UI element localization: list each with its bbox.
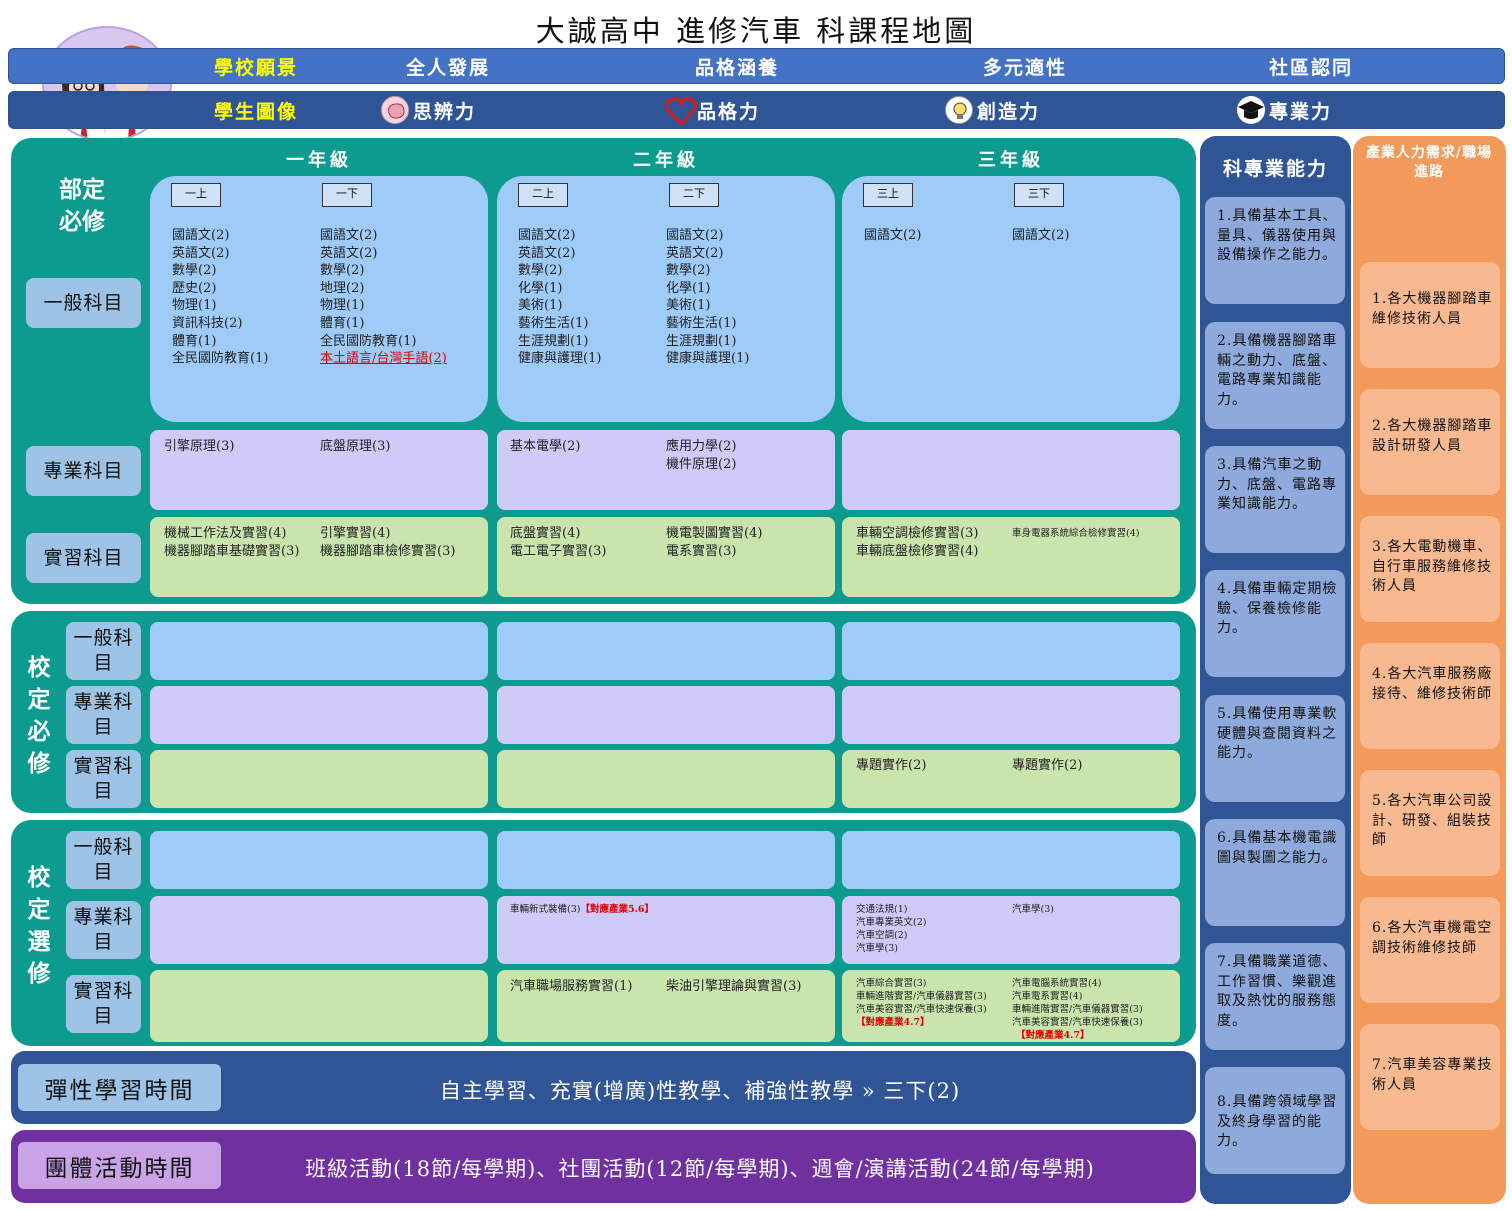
selec-pro-grade2: 車輛新式裝備(3)【對應產業5.6】 bbox=[497, 896, 835, 964]
row-label-general: 一般科目 bbox=[66, 831, 141, 889]
dept-required-title: 部定必修 bbox=[59, 176, 105, 235]
course-list: 國語文(2) 英語文(2) 數學(2) 化學(1) 美術(1) 藝術生活(1) 生涯規劃(1… bbox=[666, 228, 750, 367]
sreq-general-grade1 bbox=[150, 622, 488, 680]
sreq-pro-grade2 bbox=[497, 686, 835, 744]
sreq-general-grade2 bbox=[497, 622, 835, 680]
row-label-practice: 實習科目 bbox=[26, 533, 141, 583]
lightbulb-icon bbox=[945, 96, 973, 124]
sreq-prac-grade2 bbox=[497, 750, 835, 808]
school-vision-label: 學校願景 bbox=[214, 56, 299, 79]
dept-pro-grade2: 基本電學(2) 應用力學(2) 機件原理(2) bbox=[497, 430, 835, 510]
row-label-general: 一般科目 bbox=[66, 622, 141, 680]
heart-icon bbox=[665, 96, 697, 127]
sreq-pro-grade1 bbox=[150, 686, 488, 744]
dept-prac-grade2: 底盤實習(4) 電工電子實習(3) 機電製圖實習(4) 電系實習(3) bbox=[497, 517, 835, 597]
portrait-item: 創造力 bbox=[977, 100, 1041, 123]
term-label: 二上 bbox=[518, 183, 568, 207]
term-label: 二下 bbox=[669, 183, 719, 207]
capability-item: 2.具備機器腳踏車輛之動力、底盤、電路專業知識能力。 bbox=[1205, 322, 1345, 429]
dept-pro-grade1: 引擎原理(3) 底盤原理(3) bbox=[150, 430, 488, 510]
course-list: 國語文(2) bbox=[864, 228, 922, 243]
selec-pro-grade3: 交通法規(1) 汽車專業英文(2) 汽車空調(2) 汽車學(3) 汽車學(3) bbox=[842, 896, 1180, 964]
industry-item: 4.各大汽車服務廠接待、維修技術師 bbox=[1360, 643, 1500, 749]
dept-general-grade1: 一上 一下 國語文(2) 英語文(2) 數學(2) 歷史(2) 物理(1) 資訊科技(2)… bbox=[150, 176, 488, 422]
capability-item: 1.具備基本工具、量具、儀器使用與設備操作之能力。 bbox=[1205, 197, 1345, 304]
selec-prac-grade3: 汽車綜合實習(3) 車輛進階實習/汽車儀器實習(3) 汽車美容實習/汽車快速保養(3… bbox=[842, 970, 1180, 1042]
course-list: 國語文(2) 英語文(2) 數學(2) 化學(1) 美術(1) 藝術生活(1) 生涯規劃(1… bbox=[518, 228, 602, 367]
industry-item: 7.汽車美容專業技術人員 bbox=[1360, 1024, 1500, 1130]
course-list: 國語文(2) 英語文(2) 數學(2) 歷史(2) 物理(1) 資訊科技(2) 體育(1) 全… bbox=[172, 228, 269, 367]
selec-general-grade3 bbox=[842, 831, 1180, 889]
term-label: 一下 bbox=[322, 183, 372, 207]
student-portrait-bar: 學生圖像 思辨力 品格力 創造力 專業力 bbox=[8, 91, 1505, 129]
vision-item: 全人發展 bbox=[406, 56, 491, 79]
brain-icon bbox=[381, 96, 409, 124]
flex-learning-label: 彈性學習時間 bbox=[18, 1064, 221, 1111]
dept-prac-grade3: 車輛空調檢修實習(3) 車輛底盤檢修實習(4) 車身電器系統綜合檢修實習(4) bbox=[842, 517, 1180, 597]
vision-item: 多元適性 bbox=[983, 56, 1068, 79]
school-vision-bar: 學校願景 全人發展 品格涵養 多元適性 社區認同 bbox=[8, 48, 1505, 84]
graduation-cap-icon bbox=[1237, 96, 1265, 124]
sreq-general-grade3 bbox=[842, 622, 1180, 680]
school-required-title: 校定必修 bbox=[27, 654, 51, 777]
vision-item: 品格涵養 bbox=[695, 56, 780, 79]
portrait-item: 專業力 bbox=[1269, 100, 1333, 123]
dept-general-grade3: 三上 三下 國語文(2) 國語文(2) bbox=[842, 176, 1180, 422]
vision-item: 社區認同 bbox=[1269, 56, 1354, 79]
industry-title: 產業人力需求/職場進路 bbox=[1365, 145, 1493, 180]
highlighted-course: 本土語言/台灣手語(2) bbox=[320, 351, 447, 367]
grade-1-heading: 一年級 bbox=[286, 150, 352, 171]
industry-item: 2.各大機器腳踏車設計研發人員 bbox=[1360, 389, 1500, 495]
industry-item: 1.各大機器腳踏車維修技術人員 bbox=[1360, 262, 1500, 368]
term-label: 一上 bbox=[171, 183, 221, 207]
term-label: 三上 bbox=[863, 183, 913, 207]
term-label: 三下 bbox=[1014, 183, 1064, 207]
flex-learning-text: 自主學習、充實(增廣)性教學、補強性教學 » 三下(2) bbox=[439, 1079, 961, 1103]
sreq-prac-grade1 bbox=[150, 750, 488, 808]
grade-3-heading: 三年級 bbox=[978, 150, 1044, 171]
selec-general-grade2 bbox=[497, 831, 835, 889]
dept-pro-grade3 bbox=[842, 430, 1180, 510]
selec-prac-grade2: 汽車職場服務實習(1) 柴油引擎理論與實習(3) bbox=[497, 970, 835, 1042]
group-activity-label: 團體活動時間 bbox=[18, 1142, 221, 1189]
industry-item: 5.各大汽車公司設計、研發、組裝技師 bbox=[1360, 770, 1500, 876]
capability-item: 6.具備基本機電識圖與製圖之能力。 bbox=[1205, 819, 1345, 926]
course-list: 國語文(2) bbox=[1012, 228, 1070, 243]
capability-item: 8.具備跨領域學習及終身學習的能力。 bbox=[1205, 1067, 1345, 1174]
row-label-general: 一般科目 bbox=[26, 278, 141, 328]
capability-item: 7.具備職業道德、工作習慣、樂觀進取及熱忱的服務態度。 bbox=[1205, 943, 1345, 1050]
row-label-practice: 實習科目 bbox=[66, 975, 141, 1033]
row-label-professional: 專業科目 bbox=[66, 686, 141, 744]
row-label-practice: 實習科目 bbox=[66, 750, 141, 808]
sreq-prac-grade3: 專題實作(2) 專題實作(2) bbox=[842, 750, 1180, 808]
portrait-item: 品格力 bbox=[697, 100, 761, 123]
grade-2-heading: 二年級 bbox=[633, 150, 699, 171]
sreq-pro-grade3 bbox=[842, 686, 1180, 744]
group-activity-text: 班級活動(18節/每學期)、社團活動(12節/每學期)、週會/演講活動(24節/… bbox=[305, 1157, 1095, 1181]
capabilities-title: 科專業能力 bbox=[1222, 158, 1328, 180]
student-portrait-label: 學生圖像 bbox=[214, 100, 299, 123]
capability-item: 3.具備汽車之動力、底盤、電路專業知識能力。 bbox=[1205, 446, 1345, 553]
row-label-professional: 專業科目 bbox=[66, 901, 141, 959]
selec-pro-grade1 bbox=[150, 896, 488, 964]
industry-item: 3.各大電動機車、自行車服務維修技術人員 bbox=[1360, 516, 1500, 622]
course-list: 國語文(2) 英語文(2) 數學(2) 地理(2) 物理(1) 體育(1) 全民國防教育(1… bbox=[320, 228, 447, 367]
portrait-item: 思辨力 bbox=[413, 100, 477, 123]
row-label-professional: 專業科目 bbox=[26, 446, 141, 496]
school-elective-title: 校定選修 bbox=[27, 864, 51, 987]
dept-prac-grade1: 機械工作法及實習(4) 機器腳踏車基礎實習(3) 引擎實習(4) 機器腳踏車檢修實習… bbox=[150, 517, 488, 597]
industry-item: 6.各大汽車機電空調技術維修技師 bbox=[1360, 897, 1500, 1003]
capability-item: 4.具備車輛定期檢驗、保養檢修能力。 bbox=[1205, 570, 1345, 677]
capability-item: 5.具備使用專業軟硬體與查閱資料之能力。 bbox=[1205, 695, 1345, 802]
selec-prac-grade1 bbox=[150, 970, 488, 1042]
page-title: 大誠高中 進修汽車 科課程地圖 bbox=[535, 14, 977, 48]
selec-general-grade1 bbox=[150, 831, 488, 889]
dept-general-grade2: 二上 二下 國語文(2) 英語文(2) 數學(2) 化學(1) 美術(1) 藝術生活(1)… bbox=[497, 176, 835, 422]
